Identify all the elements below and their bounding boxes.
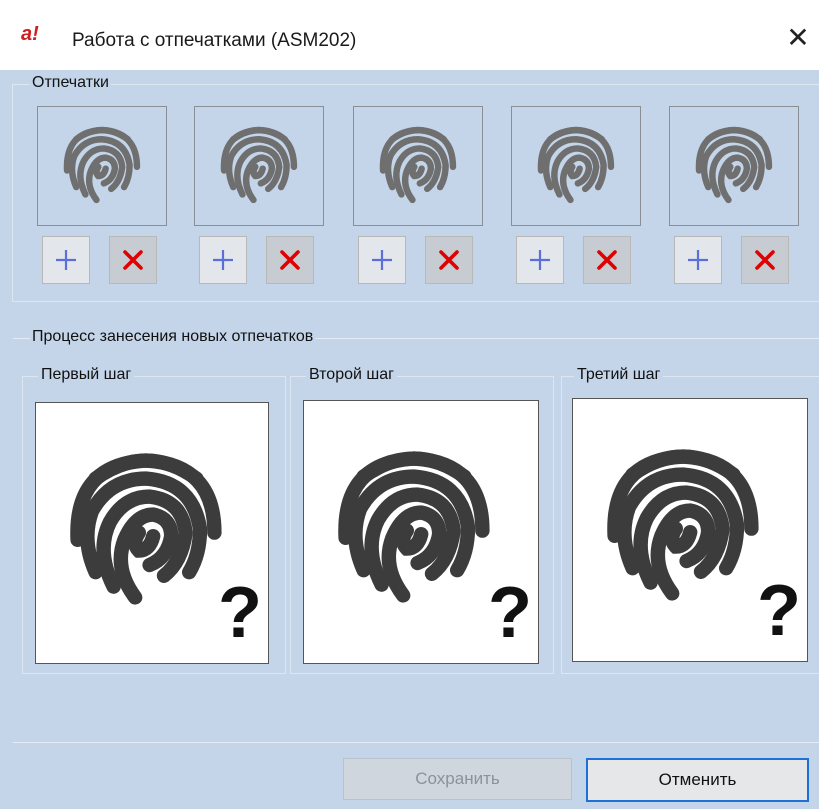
question-mark-icon: ? (488, 575, 532, 645)
enroll-step-3-label: Третий шаг (574, 366, 664, 384)
print-slot-5-add-button[interactable] (674, 236, 722, 284)
enroll-step-1-image: ? (35, 402, 269, 664)
svg-text:?: ? (757, 573, 801, 643)
plus-icon (56, 250, 76, 270)
print-slot-5-delete-button[interactable] (741, 236, 789, 284)
print-slot-4-delete-button[interactable] (583, 236, 631, 284)
delete-x-icon (280, 250, 300, 270)
delete-x-icon (439, 250, 459, 270)
fingerprint-icon (688, 119, 780, 211)
print-slot-3-image (353, 106, 483, 226)
print-slot-4-image (511, 106, 641, 226)
svg-text:?: ? (488, 575, 532, 645)
question-mark-icon: ? (757, 573, 801, 643)
delete-x-icon (597, 250, 617, 270)
app-logo: a! (21, 23, 39, 45)
window-title: Работа с отпечатками (ASM202) (72, 30, 357, 51)
fingerprint-icon (56, 119, 148, 211)
save-button[interactable]: Сохранить (343, 758, 572, 800)
fingerprint-icon (56, 439, 236, 619)
print-slot-1-add-button[interactable] (42, 236, 90, 284)
print-slot-5-image (669, 106, 799, 226)
footer-separator (13, 742, 819, 743)
enroll-step-3-image: ? (572, 398, 808, 662)
fingerprint-icon (324, 437, 504, 617)
print-slot-3-add-button[interactable] (358, 236, 406, 284)
fingerprint-dialog: a! Работа с отпечатками (ASM202) ✕ Отпеч… (0, 0, 819, 809)
delete-x-icon (755, 250, 775, 270)
plus-icon (372, 250, 392, 270)
print-slot-2-add-button[interactable] (199, 236, 247, 284)
cancel-button[interactable]: Отменить (586, 758, 809, 802)
print-slot-4-add-button[interactable] (516, 236, 564, 284)
print-slot-1-delete-button[interactable] (109, 236, 157, 284)
fingerprint-icon (593, 435, 773, 615)
fingerprint-icon (372, 119, 464, 211)
plus-icon (688, 250, 708, 270)
plus-icon (530, 250, 550, 270)
enroll-step-2-label: Второй шаг (306, 366, 397, 384)
fingerprint-icon (530, 119, 622, 211)
delete-x-icon (123, 250, 143, 270)
close-button[interactable]: ✕ (778, 18, 818, 58)
print-slot-2-image (194, 106, 324, 226)
enroll-group-label: Процесс занесения новых отпечатков (30, 328, 316, 346)
print-slot-3-delete-button[interactable] (425, 236, 473, 284)
print-slot-1-image (37, 106, 167, 226)
svg-text:?: ? (218, 575, 262, 645)
prints-group-label: Отпечатки (30, 74, 111, 92)
enroll-step-2-image: ? (303, 400, 539, 664)
enroll-step-1-label: Первый шаг (38, 366, 135, 384)
title-bar: a! Работа с отпечатками (ASM202) ✕ (0, 0, 819, 70)
print-slot-2-delete-button[interactable] (266, 236, 314, 284)
question-mark-icon: ? (218, 575, 262, 645)
plus-icon (213, 250, 233, 270)
fingerprint-icon (213, 119, 305, 211)
